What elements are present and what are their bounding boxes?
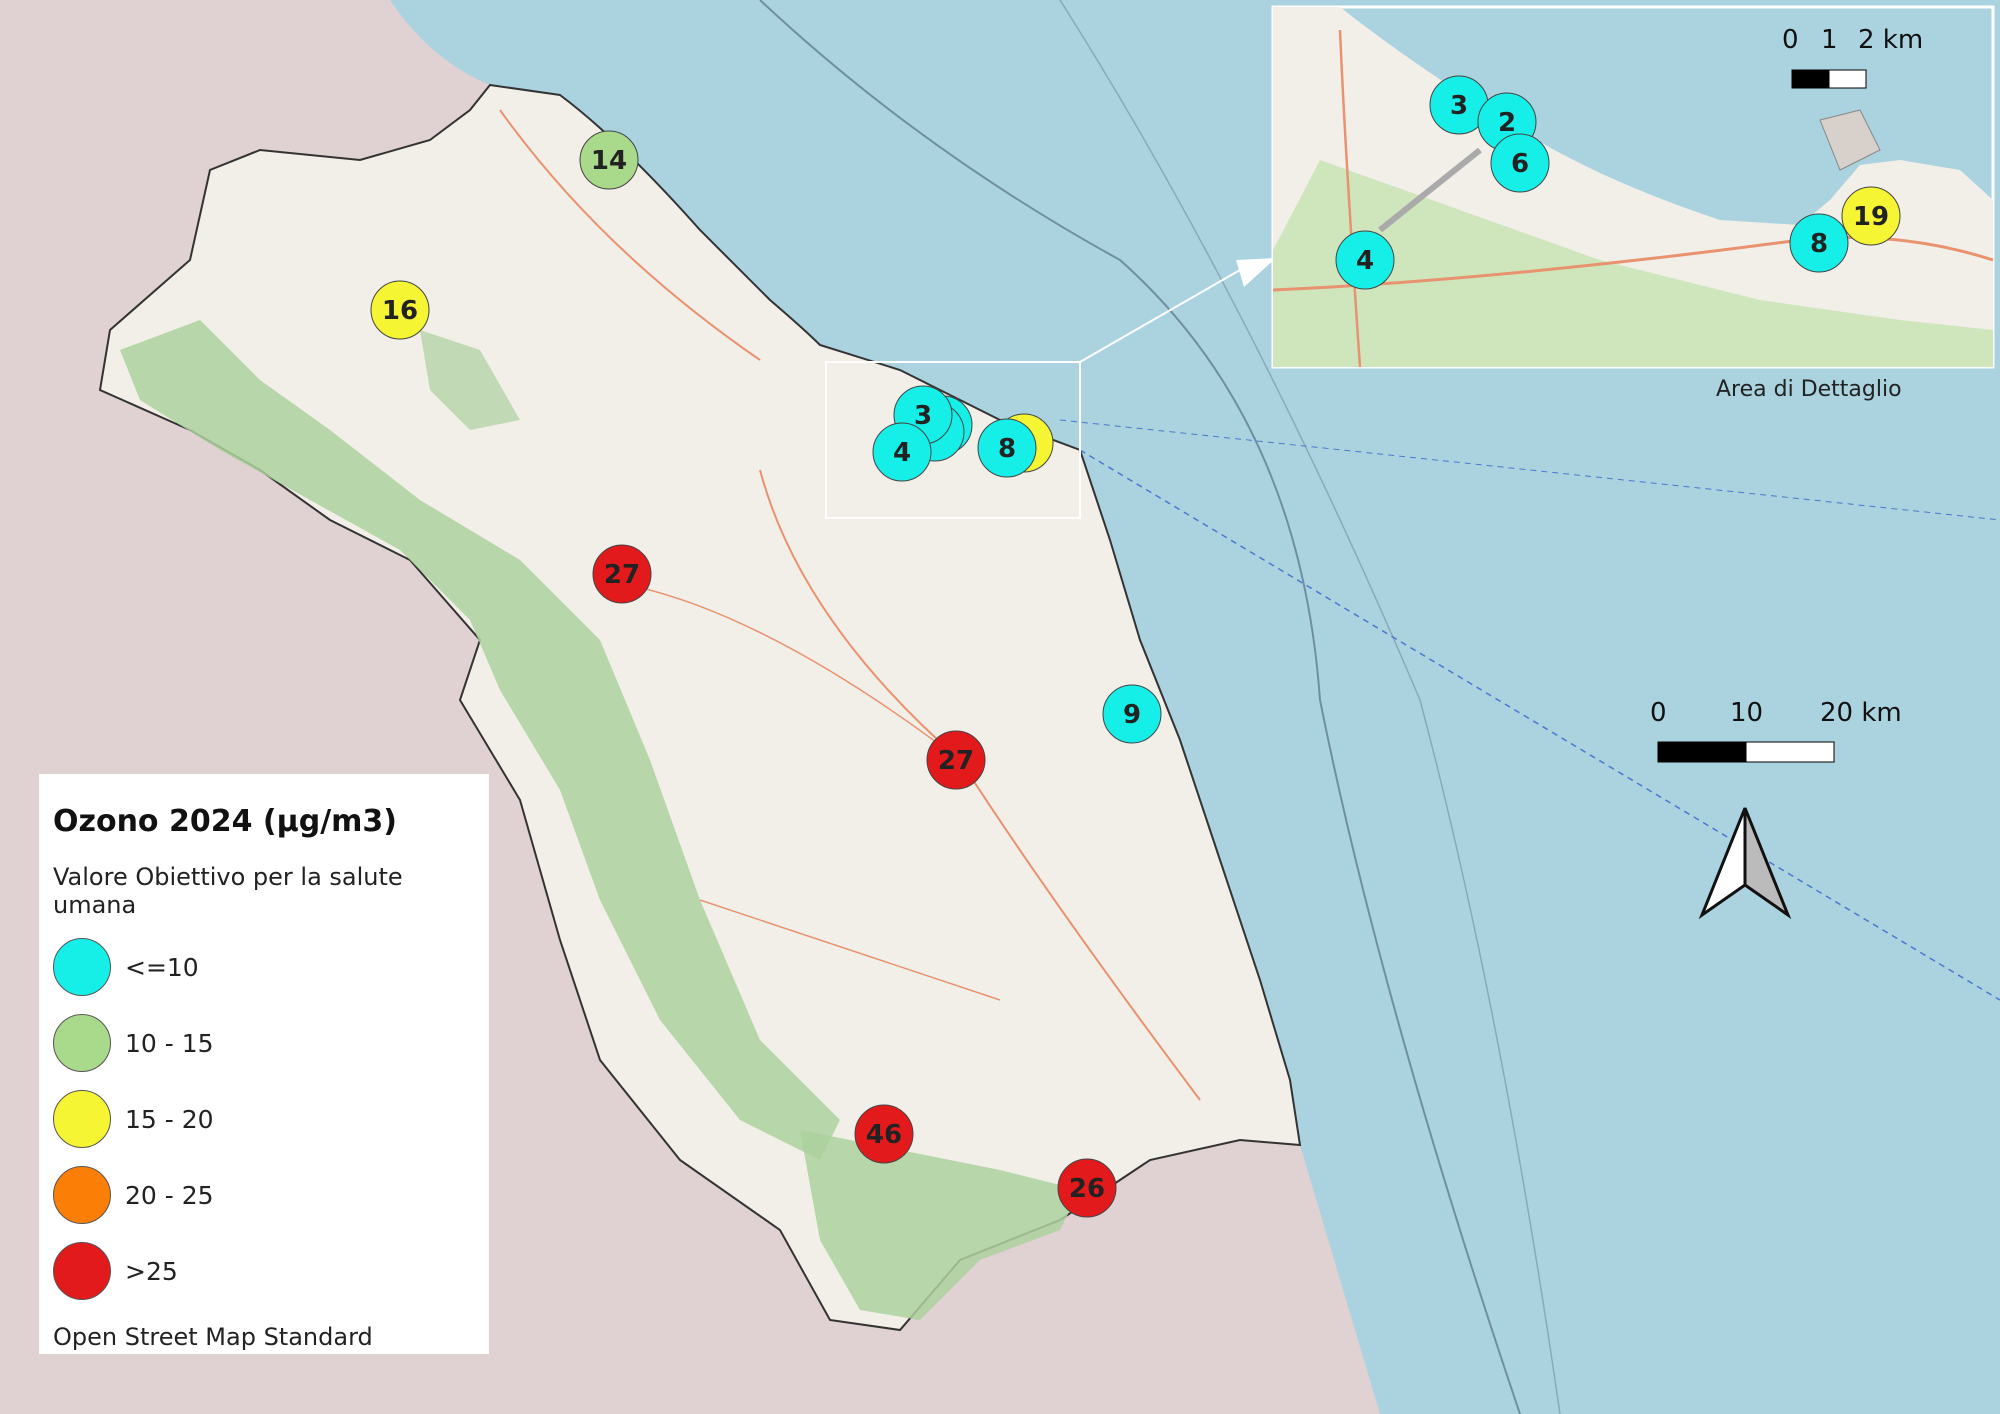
inset-station-marker-value: 8 [1810,229,1828,259]
station-marker[interactable]: 27 [592,544,652,604]
inset-scale-label: 1 [1821,25,1838,55]
legend-items: <=10 10 - 15 15 - 20 20 - 25 >25 [53,929,475,1309]
inset-map [1271,5,1995,369]
legend-item: 10 - 15 [53,1005,475,1081]
station-marker-value: 9 [1123,700,1141,730]
legend-item: 20 - 25 [53,1157,475,1233]
station-marker[interactable]: 9 [1102,684,1162,744]
basemap-source-label: Open Street Map Standard [53,1323,373,1351]
legend-swatch-circle [53,1014,111,1072]
inset-station-marker[interactable]: 4 [1335,230,1395,290]
station-marker[interactable]: 46 [854,1104,914,1164]
scale-label: 20 km [1820,698,1902,728]
inset-station-marker-value: 3 [1450,91,1468,121]
station-marker-value: 27 [604,560,640,590]
station-marker-value: 46 [866,1120,902,1150]
legend-subtitle: Valore Obiettivo per la salute umana [53,863,403,919]
station-marker[interactable]: 4 [872,422,932,482]
station-marker[interactable]: 14 [579,130,639,190]
legend-swatch-circle [53,1166,111,1224]
inset-station-marker-value: 19 [1853,202,1889,232]
legend-swatch-circle [53,1242,111,1300]
legend-item-label: 15 - 20 [125,1104,214,1134]
legend-swatch-circle [53,938,111,996]
legend-title: Ozono 2024 (µg/m3) [53,804,397,839]
station-marker[interactable]: 8 [977,418,1037,478]
station-marker-value: 26 [1069,1174,1105,1204]
legend-item: 15 - 20 [53,1081,475,1157]
scale-label: 0 [1650,698,1667,728]
inset-caption: Area di Dettaglio [1716,377,1902,402]
station-marker[interactable]: 16 [370,280,430,340]
inset-scale-label: 2 km [1858,25,1923,55]
station-marker-value: 27 [938,746,974,776]
legend-item: <=10 [53,929,475,1005]
inset-station-marker[interactable]: 6 [1490,133,1550,193]
station-marker[interactable]: 27 [926,730,986,790]
station-marker-value: 16 [382,296,418,326]
scale-label: 10 [1730,698,1763,728]
inset-station-marker[interactable]: 19 [1841,186,1901,246]
legend-swatch-circle [53,1090,111,1148]
station-marker-value: 8 [998,434,1016,464]
legend-panel: Ozono 2024 (µg/m3) Valore Obiettivo per … [39,774,489,1354]
station-marker[interactable]: 26 [1057,1158,1117,1218]
inset-station-marker-value: 4 [1356,246,1374,276]
legend-item-label: 10 - 15 [125,1028,214,1058]
legend-item-label: 20 - 25 [125,1180,214,1210]
legend-item: >25 [53,1233,475,1309]
inset-station-marker-value: 6 [1511,149,1529,179]
inset-station-marker-value: 2 [1498,108,1516,138]
legend-item-label: <=10 [125,952,199,982]
inset-station-marker[interactable]: 8 [1789,213,1849,273]
inset-scale-label: 0 [1782,25,1799,55]
station-marker-value: 4 [893,438,911,468]
legend-item-label: >25 [125,1256,178,1286]
station-marker-value: 14 [591,146,627,176]
